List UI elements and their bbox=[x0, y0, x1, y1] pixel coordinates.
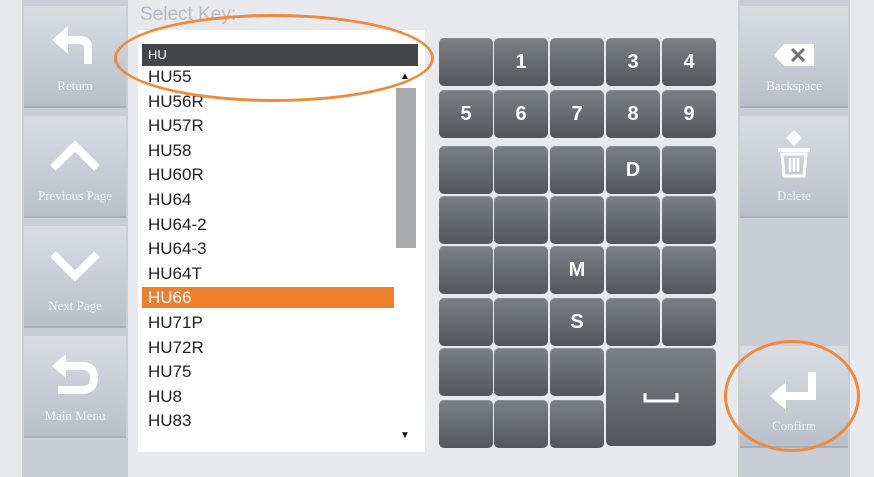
empty-slot bbox=[740, 226, 848, 328]
list-item-selected[interactable]: HU66 bbox=[142, 287, 394, 309]
left-toolbar: Return Previous Page Next Page Main Menu bbox=[22, 0, 128, 477]
list-item[interactable]: HU60R bbox=[148, 164, 204, 185]
key-blank[interactable] bbox=[494, 348, 548, 396]
key-S[interactable]: S bbox=[550, 298, 604, 346]
key-blank[interactable] bbox=[439, 298, 493, 346]
list-item[interactable]: HU83 bbox=[148, 410, 191, 431]
key-blank[interactable] bbox=[662, 146, 716, 194]
list-item[interactable]: HU8 bbox=[148, 386, 182, 407]
key-6[interactable]: 6 bbox=[494, 90, 548, 138]
key-blank[interactable] bbox=[494, 400, 548, 448]
key-blank[interactable] bbox=[494, 146, 548, 194]
backspace-button[interactable]: Backspace bbox=[740, 6, 848, 108]
key-blank[interactable] bbox=[550, 146, 604, 194]
return-arrow-icon bbox=[24, 24, 126, 74]
previous-page-label: Previous Page bbox=[37, 188, 113, 203]
key-blank[interactable] bbox=[606, 196, 660, 244]
list-item[interactable]: HU64T bbox=[148, 263, 202, 284]
key-5[interactable]: 5 bbox=[439, 90, 493, 138]
key-blank[interactable] bbox=[550, 400, 604, 448]
list-item[interactable]: HU64-2 bbox=[148, 214, 207, 235]
return-label: Return bbox=[57, 78, 93, 93]
main-menu-label: Main Menu bbox=[44, 408, 106, 423]
main-menu-button[interactable]: Main Menu bbox=[24, 336, 126, 438]
key-1[interactable]: 1 bbox=[494, 38, 548, 86]
main-menu-arrow-icon bbox=[24, 354, 126, 404]
list-item[interactable]: HU75 bbox=[148, 361, 191, 382]
key-blank[interactable] bbox=[550, 348, 604, 396]
key-7[interactable]: 7 bbox=[550, 90, 604, 138]
list-item[interactable]: HU57R bbox=[148, 115, 204, 136]
delete-label: Delete bbox=[777, 188, 811, 203]
key-blank[interactable] bbox=[550, 196, 604, 244]
key-blank[interactable] bbox=[439, 400, 493, 448]
key-3[interactable]: 3 bbox=[606, 38, 660, 86]
key-blank[interactable] bbox=[439, 348, 493, 396]
previous-page-button[interactable]: Previous Page bbox=[24, 116, 126, 218]
space-bar-icon bbox=[643, 393, 679, 403]
key-blank[interactable] bbox=[494, 298, 548, 346]
key-blank[interactable] bbox=[606, 298, 660, 346]
highlight-ring-confirm bbox=[724, 340, 860, 452]
list-item[interactable]: HU58 bbox=[148, 140, 191, 161]
next-page-label: Next Page bbox=[48, 298, 102, 313]
key-9[interactable]: 9 bbox=[662, 90, 716, 138]
list-item[interactable]: HU72R bbox=[148, 337, 204, 358]
key-blank[interactable] bbox=[494, 196, 548, 244]
trash-icon bbox=[740, 126, 848, 178]
list-item[interactable]: HU71P bbox=[148, 312, 203, 333]
key-D[interactable]: D bbox=[606, 146, 660, 194]
list-item[interactable]: HU64-3 bbox=[148, 238, 207, 259]
return-button[interactable]: Return bbox=[24, 6, 126, 108]
key-blank[interactable] bbox=[662, 196, 716, 244]
highlight-ring-search bbox=[114, 14, 434, 102]
key-blank[interactable] bbox=[662, 298, 716, 346]
key-blank[interactable] bbox=[494, 246, 548, 294]
list-item[interactable]: HU64 bbox=[148, 189, 191, 210]
key-8[interactable]: 8 bbox=[606, 90, 660, 138]
key-blank[interactable] bbox=[439, 146, 493, 194]
key-M[interactable]: M bbox=[550, 246, 604, 294]
key-blank[interactable] bbox=[606, 246, 660, 294]
delete-button[interactable]: Delete bbox=[740, 116, 848, 218]
key-blank[interactable] bbox=[662, 246, 716, 294]
backspace-label: Backspace bbox=[766, 78, 822, 93]
space-key[interactable] bbox=[606, 348, 716, 446]
key-blank[interactable] bbox=[439, 196, 493, 244]
key-blank[interactable] bbox=[550, 38, 604, 86]
chevron-up-icon bbox=[24, 134, 126, 184]
key-4[interactable]: 4 bbox=[662, 38, 716, 86]
key-blank[interactable] bbox=[439, 38, 493, 86]
list-scrollbar[interactable] bbox=[396, 88, 416, 248]
next-page-button[interactable]: Next Page bbox=[24, 226, 126, 328]
chevron-down-icon bbox=[24, 244, 126, 294]
key-blank[interactable] bbox=[439, 246, 493, 294]
scroll-down-icon[interactable]: ▼ bbox=[400, 430, 410, 441]
